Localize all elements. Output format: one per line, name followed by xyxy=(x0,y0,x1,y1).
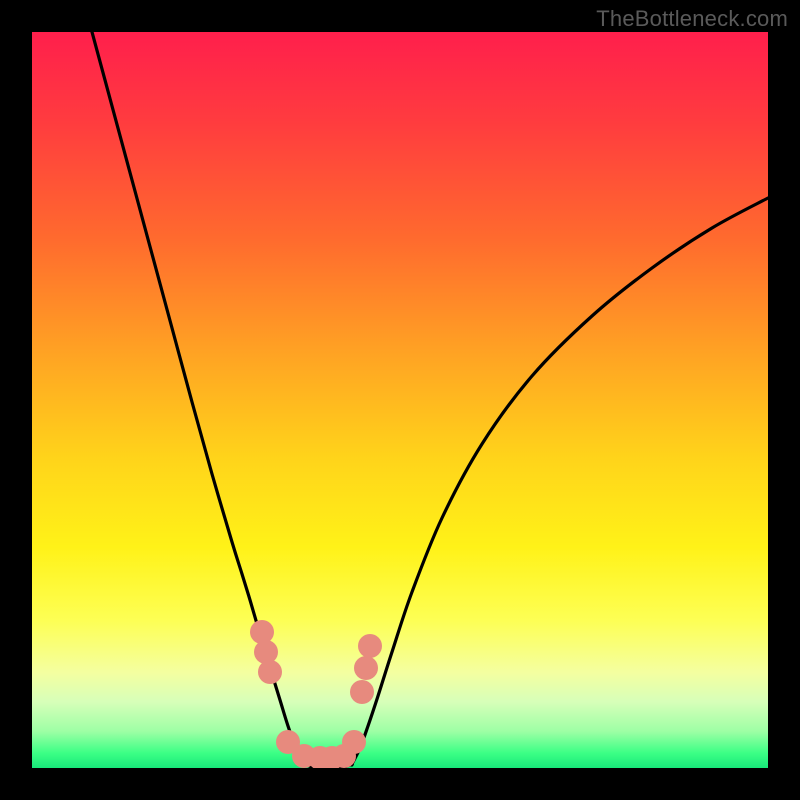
valley-marker xyxy=(250,620,274,644)
watermark-text: TheBottleneck.com xyxy=(596,6,788,32)
valley-marker xyxy=(258,660,282,684)
chart-frame: TheBottleneck.com xyxy=(0,0,800,800)
valley-marker-group xyxy=(250,620,382,768)
valley-marker xyxy=(350,680,374,704)
valley-marker xyxy=(354,656,378,680)
valley-marker xyxy=(254,640,278,664)
plot-area xyxy=(32,32,768,768)
valley-marker xyxy=(342,730,366,754)
valley-marker xyxy=(358,634,382,658)
curve-layer xyxy=(32,32,768,768)
bottleneck-curve xyxy=(92,32,768,768)
